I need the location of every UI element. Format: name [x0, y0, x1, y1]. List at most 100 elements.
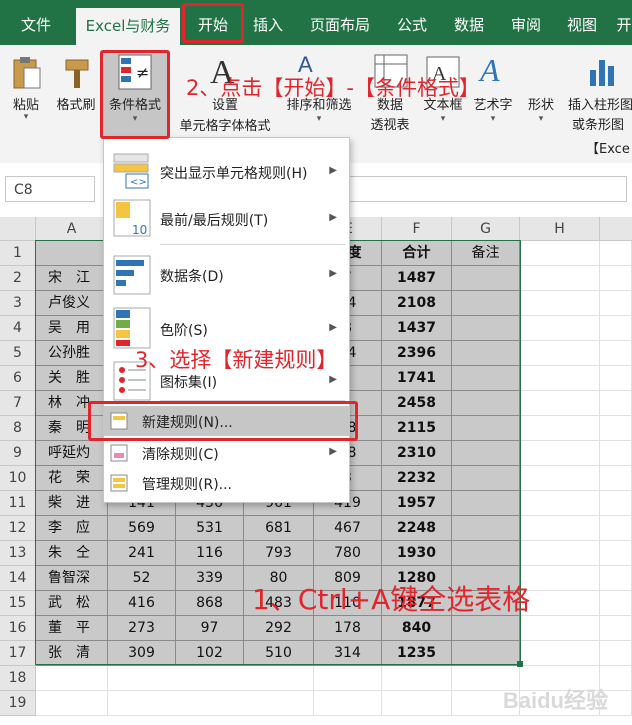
table-cell[interactable]: 吴 用: [36, 316, 108, 341]
row-header[interactable]: 6: [0, 366, 36, 391]
empty-cell[interactable]: [108, 666, 314, 691]
table-cell[interactable]: 2108: [382, 291, 452, 316]
table-cell[interactable]: 2248: [382, 516, 452, 541]
empty-cell[interactable]: [520, 266, 600, 291]
table-header-cell[interactable]: 备注: [452, 241, 520, 266]
table-cell[interactable]: 1741: [382, 366, 452, 391]
table-cell[interactable]: 467: [314, 516, 382, 541]
empty-cell[interactable]: [600, 541, 632, 566]
row-header[interactable]: 5: [0, 341, 36, 366]
table-cell[interactable]: 2310: [382, 441, 452, 466]
row-header[interactable]: 11: [0, 491, 36, 516]
table-cell[interactable]: [452, 341, 520, 366]
row-header[interactable]: 14: [0, 566, 36, 591]
table-cell[interactable]: 张 清: [36, 641, 108, 666]
row-header[interactable]: 7: [0, 391, 36, 416]
table-cell[interactable]: 2458: [382, 391, 452, 416]
table-cell[interactable]: 292: [244, 616, 314, 641]
table-cell[interactable]: [452, 441, 520, 466]
row-header[interactable]: 16: [0, 616, 36, 641]
table-cell[interactable]: 569: [108, 516, 176, 541]
menu-item-data-bars[interactable]: 数据条(D) ▶: [104, 250, 349, 300]
empty-cell[interactable]: [600, 316, 632, 341]
row-header[interactable]: 4: [0, 316, 36, 341]
empty-cell[interactable]: [520, 316, 600, 341]
empty-cell[interactable]: [520, 416, 600, 441]
tab-data[interactable]: 数据: [442, 0, 496, 45]
table-cell[interactable]: 宋 江: [36, 266, 108, 291]
empty-cell[interactable]: [520, 391, 600, 416]
table-cell[interactable]: 309: [108, 641, 176, 666]
menu-item-clear-rules[interactable]: 清除规则(C) ▶: [104, 440, 349, 466]
table-cell[interactable]: 关 胜: [36, 366, 108, 391]
table-cell[interactable]: 李 应: [36, 516, 108, 541]
table-cell[interactable]: 董 平: [36, 616, 108, 641]
table-header-cell[interactable]: [36, 241, 108, 266]
row-header[interactable]: 9: [0, 441, 36, 466]
table-cell[interactable]: 793: [244, 541, 314, 566]
empty-cell[interactable]: [520, 341, 600, 366]
table-cell[interactable]: [452, 391, 520, 416]
empty-cell[interactable]: [600, 291, 632, 316]
column-header-f[interactable]: F: [382, 217, 452, 241]
table-cell[interactable]: 2115: [382, 416, 452, 441]
empty-cell[interactable]: [36, 691, 108, 716]
menu-item-top-bottom[interactable]: 10 最前/最后规则(T) ▶: [104, 196, 349, 242]
insert-column-chart-button[interactable]: 插入柱形图 或条形图: [564, 52, 632, 132]
empty-cell[interactable]: [382, 666, 452, 691]
table-cell[interactable]: 681: [244, 516, 314, 541]
row-header[interactable]: 2: [0, 266, 36, 291]
table-cell[interactable]: 116: [176, 541, 244, 566]
table-cell[interactable]: 840: [382, 616, 452, 641]
empty-cell[interactable]: [520, 641, 600, 666]
table-cell[interactable]: [452, 541, 520, 566]
paste-button[interactable]: 粘贴 ▾: [4, 52, 48, 132]
row-header[interactable]: 13: [0, 541, 36, 566]
menu-item-manage-rules[interactable]: 管理规则(R)...: [104, 470, 349, 496]
column-header-a[interactable]: A: [36, 217, 108, 241]
row-header[interactable]: 8: [0, 416, 36, 441]
empty-cell[interactable]: [600, 391, 632, 416]
table-cell[interactable]: 178: [314, 616, 382, 641]
empty-cell[interactable]: [600, 266, 632, 291]
table-cell[interactable]: 武 松: [36, 591, 108, 616]
table-cell[interactable]: 呼延灼: [36, 441, 108, 466]
table-cell[interactable]: 1235: [382, 641, 452, 666]
row-header[interactable]: 17: [0, 641, 36, 666]
fill-handle[interactable]: [517, 661, 523, 667]
table-cell[interactable]: [452, 366, 520, 391]
empty-cell[interactable]: [520, 241, 600, 266]
empty-cell[interactable]: [520, 541, 600, 566]
empty-cell[interactable]: [600, 366, 632, 391]
row-header[interactable]: 15: [0, 591, 36, 616]
table-cell[interactable]: [452, 466, 520, 491]
table-cell[interactable]: 1487: [382, 266, 452, 291]
tab-page-layout[interactable]: 页面布局: [298, 0, 382, 45]
table-cell[interactable]: 1437: [382, 316, 452, 341]
table-cell[interactable]: 朱 仝: [36, 541, 108, 566]
row-header[interactable]: 12: [0, 516, 36, 541]
table-cell[interactable]: 273: [108, 616, 176, 641]
table-cell[interactable]: 868: [176, 591, 244, 616]
empty-cell[interactable]: [600, 591, 632, 616]
table-cell[interactable]: 780: [314, 541, 382, 566]
table-cell[interactable]: 花 荣: [36, 466, 108, 491]
empty-cell[interactable]: [600, 566, 632, 591]
menu-item-highlight-rules[interactable]: <> 突出显示单元格规则(H) ▶: [104, 146, 349, 196]
empty-cell[interactable]: [600, 341, 632, 366]
table-cell[interactable]: 1930: [382, 541, 452, 566]
table-cell[interactable]: 鲁智深: [36, 566, 108, 591]
table-cell[interactable]: 柴 进: [36, 491, 108, 516]
empty-cell[interactable]: [600, 241, 632, 266]
table-cell[interactable]: 510: [244, 641, 314, 666]
table-cell[interactable]: 1957: [382, 491, 452, 516]
shape-button[interactable]: 形状 ▾: [520, 52, 562, 132]
column-header-partial[interactable]: [600, 217, 632, 241]
empty-cell[interactable]: [520, 291, 600, 316]
empty-cell[interactable]: [600, 491, 632, 516]
table-cell[interactable]: [452, 291, 520, 316]
table-cell[interactable]: 339: [176, 566, 244, 591]
table-cell[interactable]: [452, 416, 520, 441]
table-cell[interactable]: 314: [314, 641, 382, 666]
empty-cell[interactable]: [600, 641, 632, 666]
